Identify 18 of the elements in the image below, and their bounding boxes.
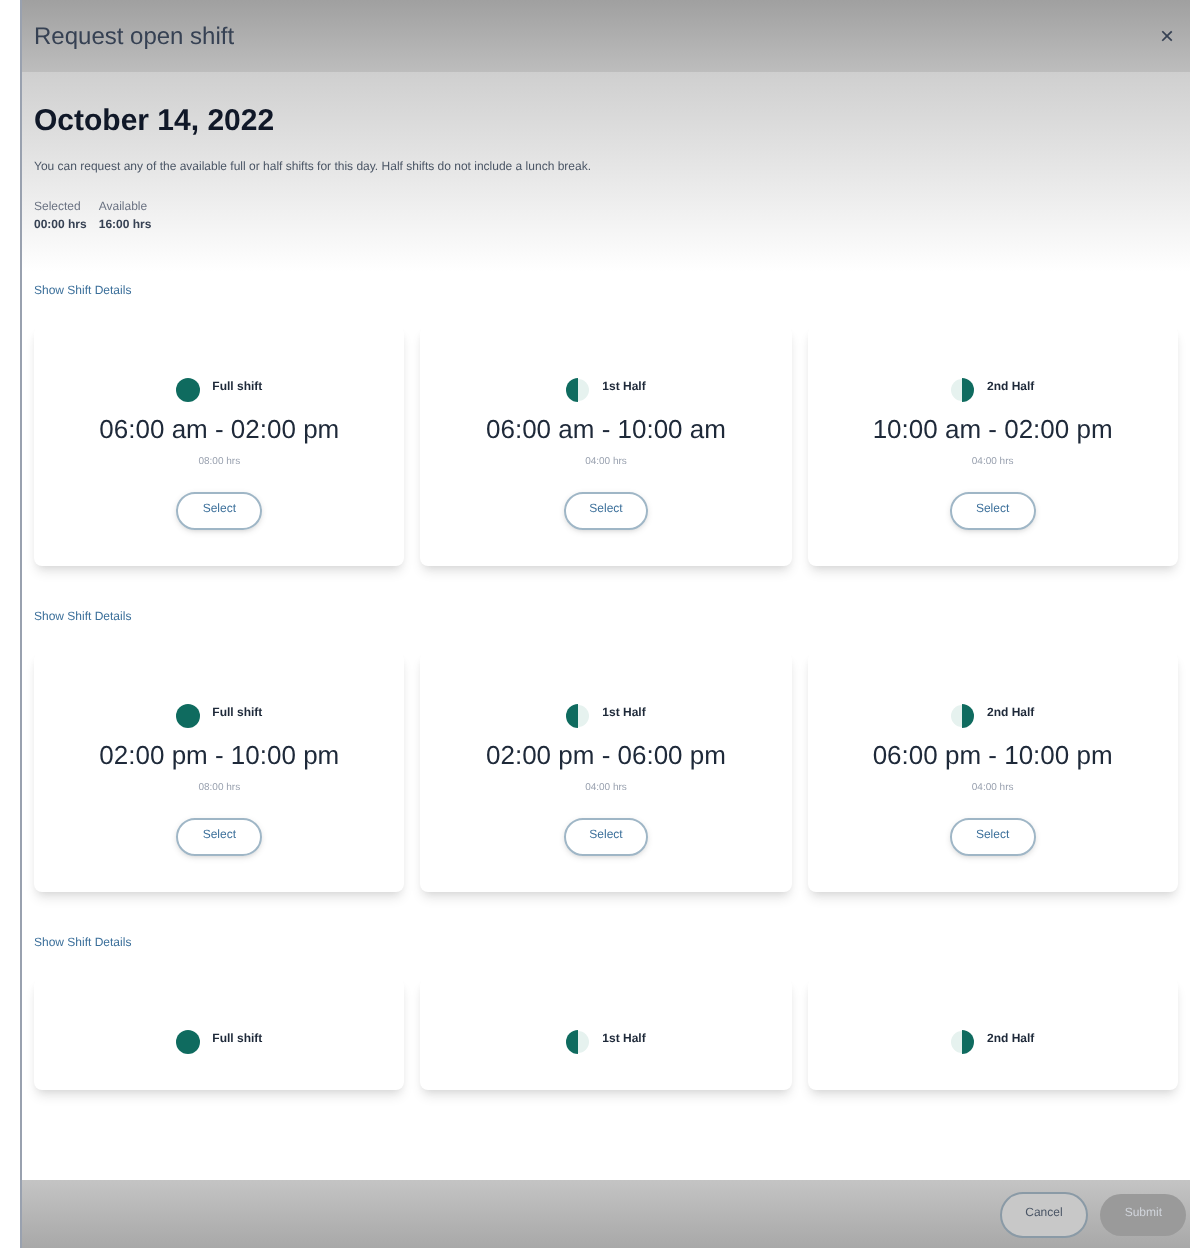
dialog-title: Request open shift (34, 20, 235, 54)
shift-time: 06:00 am - 10:00 am (486, 411, 726, 447)
full-circle-icon (176, 1029, 201, 1053)
shift-time: 02:00 pm - 10:00 pm (99, 737, 340, 774)
right-half-circle-icon (950, 377, 975, 401)
close-button[interactable]: × (1159, 18, 1178, 54)
left-half-circle-icon (566, 377, 591, 401)
right-half-circle-icon (950, 1029, 975, 1053)
right-half-circle-icon (950, 703, 975, 727)
left-half-circle-icon (566, 703, 591, 727)
date-heading: October 14, 2022 (34, 102, 277, 142)
shift-time: 06:00 am - 02:00 pm (99, 411, 340, 448)
full-circle-icon (176, 377, 201, 401)
full-circle-icon (176, 703, 201, 727)
shift-time: 02:00 pm - 06:00 pm (486, 737, 726, 774)
shift-time: 06:00 pm - 10:00 pm (872, 737, 1113, 774)
left-half-circle-icon (566, 1029, 591, 1053)
shift-time: 10:00 am - 02:00 pm (872, 411, 1113, 448)
